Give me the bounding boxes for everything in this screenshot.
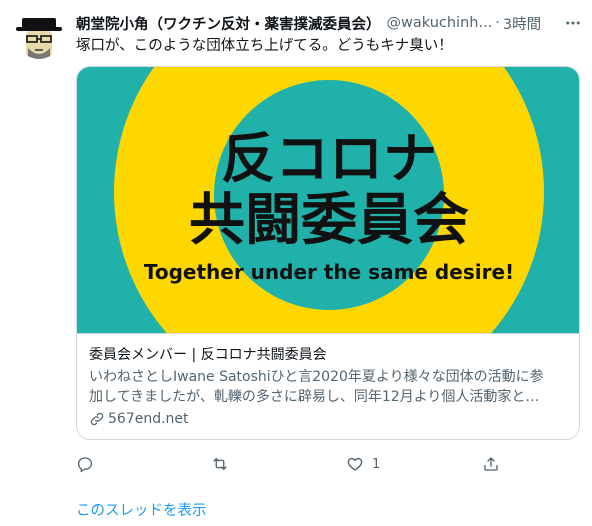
author-handle[interactable]: @wakuchinh... bbox=[387, 15, 493, 31]
reply-icon bbox=[77, 457, 93, 473]
tweet-header: 朝堂院小角（ワクチン反対・薬害撲滅委員会） @wakuchinh... · 3時… bbox=[76, 12, 584, 34]
share-button[interactable] bbox=[482, 452, 500, 476]
heart-icon bbox=[347, 457, 363, 471]
tweet-text: 塚口が、このような団体立ち上げてる。どうもキナ臭い！ bbox=[76, 38, 453, 54]
reply-button[interactable] bbox=[76, 452, 94, 476]
card-domain-text: 567end.net bbox=[108, 411, 189, 427]
share-icon bbox=[484, 457, 498, 471]
like-count: 1 bbox=[372, 456, 381, 472]
card-image-slogan: Together under the same desire! bbox=[144, 260, 514, 284]
card-domain: 567end.net bbox=[89, 409, 569, 429]
more-icon[interactable] bbox=[562, 12, 584, 34]
card-title: 委員会メンバー | 反コロナ共闘委員会 bbox=[89, 347, 327, 363]
card-description-line-1: いわねさとしIwane Satoshiひと言2020年夏より様々な団体の活動に参 bbox=[89, 369, 544, 385]
separator-dot: · bbox=[495, 15, 500, 31]
card-description-line-2: 加してきましたが、軋轢の多さに辟易し、同年12月より個人活動家と… bbox=[89, 389, 540, 405]
avatar-image bbox=[14, 12, 64, 62]
link-icon bbox=[90, 412, 104, 426]
card-body: 委員会メンバー | 反コロナ共闘委員会 いわねさとしIwane Satoshiひ… bbox=[89, 345, 569, 429]
like-button[interactable]: 1 bbox=[346, 452, 380, 476]
link-card[interactable]: 反コロナ 共闘委員会 Together under the same desir… bbox=[76, 66, 580, 440]
card-image-title-2: 共闘委員会 bbox=[189, 188, 469, 253]
tweet-timestamp[interactable]: 3時間 bbox=[503, 13, 541, 34]
retweet-button[interactable] bbox=[210, 452, 230, 476]
card-image: 反コロナ 共闘委員会 Together under the same desir… bbox=[77, 67, 579, 333]
tweet-actions: 1 bbox=[76, 452, 584, 476]
card-description: いわねさとしIwane Satoshiひと言2020年夏より様々な団体の活動に参… bbox=[89, 367, 569, 407]
card-image-title-1: 反コロナ bbox=[221, 127, 437, 190]
retweet-icon bbox=[213, 458, 227, 470]
avatar[interactable] bbox=[14, 12, 64, 62]
show-thread-link[interactable]: このスレッドを表示 bbox=[76, 499, 207, 520]
card-divider bbox=[77, 333, 579, 334]
author-name[interactable]: 朝堂院小角（ワクチン反対・薬害撲滅委員会） bbox=[76, 13, 381, 34]
